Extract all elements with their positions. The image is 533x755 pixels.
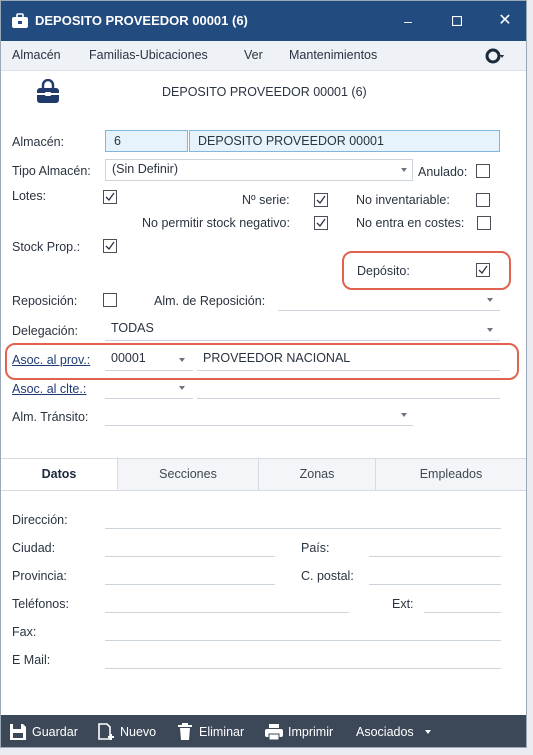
close-icon[interactable]: ✕ — [493, 9, 517, 33]
bottom-toolbar: Guardar Nuevo Eliminar Imprimir Asociado… — [1, 715, 526, 747]
tab-secciones[interactable]: Secciones — [118, 459, 259, 490]
menu-mantenimientos[interactable]: Mantenimientos — [289, 48, 377, 62]
menu-bar: Almacén Familias-Ubicaciones Ver Manteni… — [1, 41, 526, 71]
maximize-icon[interactable] — [445, 9, 469, 33]
telefonos-label: Teléfonos: — [12, 597, 69, 611]
nuevo-label: Nuevo — [120, 725, 157, 739]
deposito-label: Depósito: — [357, 264, 410, 278]
nserie-label: Nº serie: — [242, 193, 290, 207]
ciudad-label: Ciudad: — [12, 541, 56, 555]
provincia-field[interactable] — [105, 565, 275, 585]
stock-prop-label: Stock Prop.: — [12, 240, 81, 254]
asociados-label: Asociados — [356, 725, 414, 739]
trash-icon — [178, 723, 192, 740]
no-entra-costes-label: No entra en costes: — [356, 216, 465, 230]
alm-transito-label: Alm. Tránsito: — [12, 410, 89, 424]
ciudad-field[interactable] — [105, 537, 275, 557]
delegacion-label: Delegación: — [12, 324, 79, 338]
codigo-postal-field[interactable] — [369, 565, 501, 585]
guardar-label: Guardar — [32, 725, 78, 739]
tab-datos[interactable]: Datos — [1, 459, 118, 490]
asoc-prov-link[interactable]: Asoc. al prov.: — [12, 353, 90, 367]
email-label: E Mail: — [12, 653, 51, 667]
imprimir-button[interactable]: Imprimir — [264, 715, 344, 747]
delegacion-select[interactable]: TODAS — [105, 319, 500, 341]
minimize-icon[interactable]: – — [396, 9, 420, 33]
no-stock-negativo-label: No permitir stock negativo: — [142, 216, 290, 230]
email-field[interactable] — [105, 649, 501, 669]
print-icon — [265, 724, 283, 741]
menu-familias-ubicaciones[interactable]: Familias-Ubicaciones — [89, 48, 208, 62]
lotes-checkbox[interactable] — [103, 190, 117, 204]
telefonos-field[interactable] — [105, 593, 349, 613]
almacen-code-field[interactable]: 6 — [105, 130, 188, 152]
asoc-prov-name-field[interactable]: PROVEEDOR NACIONAL — [197, 349, 500, 371]
alm-transito-select[interactable] — [105, 405, 413, 426]
deposito-checkbox[interactable] — [476, 263, 490, 277]
no-inventariable-label: No inventariable: — [356, 193, 450, 207]
checkmark-icon — [478, 265, 488, 275]
pais-label: País: — [301, 541, 330, 555]
reposicion-label: Reposición: — [12, 294, 78, 308]
chevron-down-icon — [425, 730, 431, 734]
chevron-down-icon[interactable] — [401, 168, 407, 172]
chevron-down-icon[interactable] — [487, 298, 493, 302]
lock-bag-icon — [37, 79, 59, 103]
direccion-field[interactable] — [105, 509, 501, 529]
menu-almacen[interactable]: Almacén — [12, 48, 61, 62]
checkmark-icon — [316, 218, 326, 228]
anulado-checkbox[interactable] — [476, 164, 490, 178]
no-inventariable-checkbox[interactable] — [476, 193, 490, 207]
chevron-down-icon[interactable] — [487, 328, 493, 332]
fax-field[interactable] — [105, 621, 501, 641]
almacen-name-field[interactable]: DEPOSITO PROVEEDOR 00001 — [189, 130, 500, 152]
asoc-cliente-link[interactable]: Asoc. al clte.: — [12, 382, 86, 396]
tipo-almacen-select[interactable]: (Sin Definir) — [105, 159, 413, 181]
chevron-down-icon[interactable] — [179, 386, 185, 390]
eliminar-button[interactable]: Eliminar — [177, 715, 257, 747]
window: DEPOSITO PROVEEDOR 00001 (6) – ✕ Almacén… — [0, 0, 527, 748]
pais-field[interactable] — [369, 537, 501, 557]
stock-prop-checkbox[interactable] — [103, 239, 117, 253]
codigo-postal-label: C. postal: — [301, 569, 354, 583]
save-icon — [10, 724, 26, 740]
guardar-button[interactable]: Guardar — [9, 715, 89, 747]
ext-label: Ext: — [392, 597, 414, 611]
window-app-icon — [12, 13, 28, 28]
chevron-down-icon[interactable] — [401, 413, 407, 417]
tipo-almacen-label: Tipo Almacén: — [12, 164, 91, 178]
checkmark-icon — [105, 241, 115, 251]
settings-icon[interactable] — [485, 47, 505, 65]
almacen-label: Almacén: — [12, 135, 65, 149]
window-title: DEPOSITO PROVEEDOR 00001 (6) — [35, 13, 248, 28]
nserie-checkbox[interactable] — [314, 193, 328, 207]
no-stock-negativo-checkbox[interactable] — [314, 216, 328, 230]
tab-zonas[interactable]: Zonas — [259, 459, 376, 490]
alm-reposicion-label: Alm. de Reposición: — [154, 294, 266, 308]
checkmark-icon — [105, 192, 115, 202]
fax-label: Fax: — [12, 625, 37, 639]
nuevo-button[interactable]: Nuevo — [97, 715, 163, 747]
asociados-button[interactable]: Asociados — [356, 715, 436, 747]
menu-ver[interactable]: Ver — [244, 48, 263, 62]
asoc-cliente-name-field[interactable] — [197, 378, 500, 399]
chevron-down-icon[interactable] — [179, 358, 185, 362]
anulado-label: Anulado: — [418, 165, 468, 179]
checkmark-icon — [316, 195, 326, 205]
imprimir-label: Imprimir — [288, 725, 334, 739]
tab-empleados[interactable]: Empleados — [376, 459, 526, 490]
ext-field[interactable] — [424, 593, 501, 613]
reposicion-checkbox[interactable] — [103, 293, 117, 307]
provincia-label: Provincia: — [12, 569, 67, 583]
no-entra-costes-checkbox[interactable] — [477, 216, 491, 230]
lotes-label: Lotes: — [12, 189, 47, 203]
eliminar-label: Eliminar — [199, 725, 245, 739]
direccion-label: Dirección: — [12, 513, 68, 527]
tab-bar: Datos Secciones Zonas Empleados — [1, 458, 526, 491]
page-subtitle: DEPOSITO PROVEEDOR 00001 (6) — [162, 85, 367, 99]
title-bar: DEPOSITO PROVEEDOR 00001 (6) – ✕ — [1, 1, 526, 41]
alm-reposicion-select[interactable] — [278, 290, 500, 311]
new-icon — [98, 723, 114, 740]
